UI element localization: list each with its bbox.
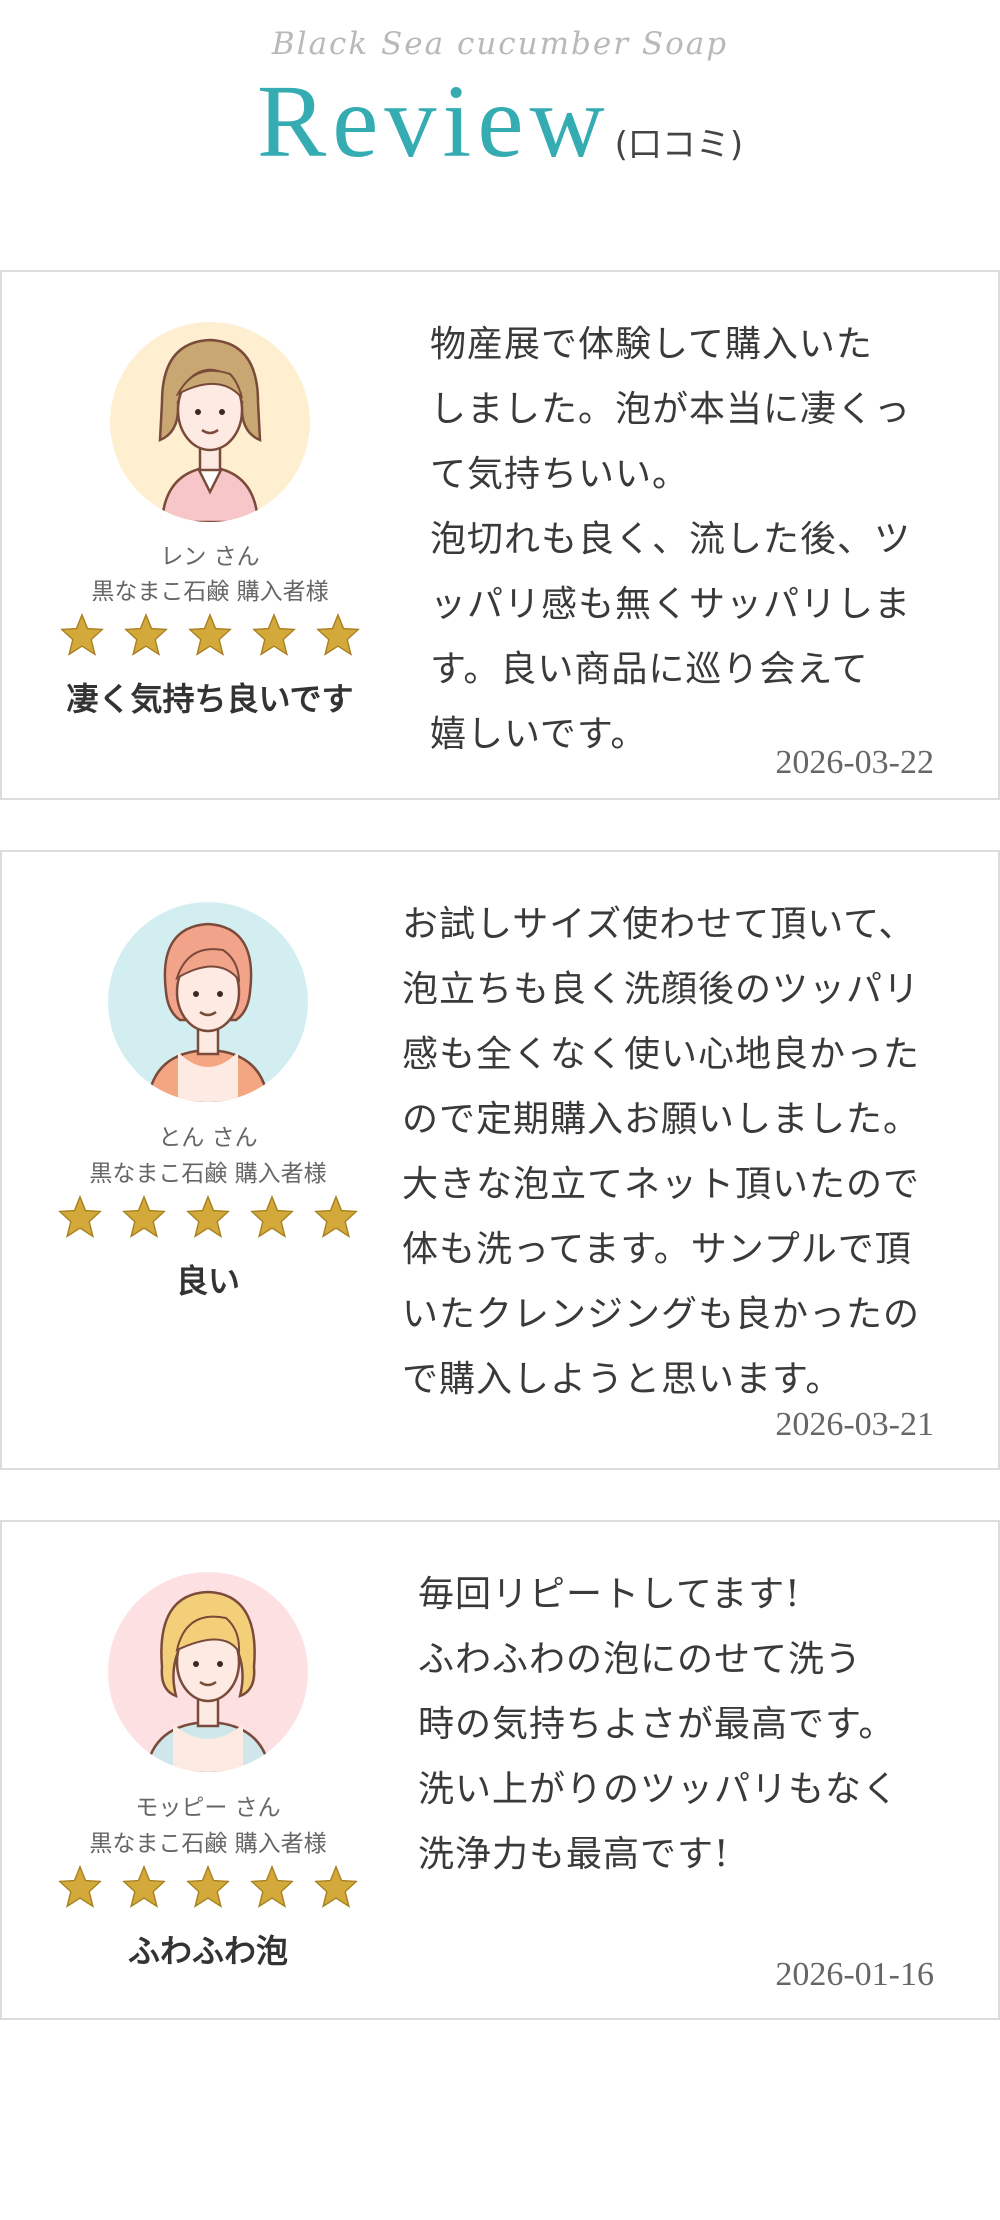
reviewer-name: レン さん [160,544,260,570]
star-icon [185,1194,231,1240]
review-card: とん さん 黒なまこ石鹸 購入者様 良い お試しサイズ使わせて頂いて、 泡立ちも… [0,850,1000,1470]
star-icon [57,1864,103,1910]
title-row: Review (口コミ) [0,70,1000,174]
reviewer-name: モッピー さん [135,1795,281,1821]
review-card: モッピー さん 黒なまこ石鹸 購入者様 ふわふわ泡 毎回リピートしてます! ふわ… [0,1520,1000,2020]
review-headline: ふわふわ泡 [127,1932,288,1970]
review-date: 2026-01-16 [775,1956,934,1993]
review-card: レン さん 黒なまこ石鹸 購入者様 凄く気持ち良いです 物産展で体験して購入いた… [0,270,1000,800]
review-headline: 凄く気持ち良いです [66,680,354,718]
brand-subtitle: Black Sea cucumber Soap [271,26,729,62]
reviewer-name: とん さん [158,1125,258,1151]
woman-avatar-icon [108,1572,308,1772]
star-rating [38,1864,378,1910]
review-date: 2026-03-22 [775,744,934,781]
star-icon [121,1864,167,1910]
woman-avatar-icon [108,902,308,1102]
reviewer-product: 黒なまこ石鹸 購入者様 [89,1161,327,1187]
woman-avatar-icon [110,322,310,522]
star-icon [57,1194,103,1240]
page-title-sub: (口コミ) [614,125,744,165]
review-body: お試しサイズ使わせて頂いて、 泡立ちも良く洗顔後のツッパリ 感も全くなく使い心地… [402,904,921,1400]
star-icon [187,612,233,658]
review-headline: 良い [175,1262,240,1300]
star-icon [185,1864,231,1910]
star-icon [315,612,361,658]
review-date: 2026-03-21 [775,1406,934,1443]
star-icon [123,612,169,658]
star-rating [38,1194,378,1240]
star-icon [313,1864,359,1910]
page-title: Review [256,64,611,179]
star-icon [313,1194,359,1240]
review-body: 物産展で体験して購入いた しました。泡が本当に凄くっ て気持ちいい。 泡切れも良… [430,324,912,755]
star-icon [249,1194,295,1240]
star-icon [59,612,105,658]
reviewer-product: 黒なまこ石鹸 購入者様 [91,579,329,605]
star-icon [249,1864,295,1910]
review-body: 毎回リピートしてます! ふわふわの泡にのせて洗う 時の気持ちよさが最高です。 洗… [418,1574,900,1875]
star-rating [40,612,380,658]
reviewer-product: 黒なまこ石鹸 購入者様 [89,1831,327,1857]
star-icon [121,1194,167,1240]
page-header: Black Sea cucumber Soap Review (口コミ) [0,0,1000,200]
star-icon [251,612,297,658]
